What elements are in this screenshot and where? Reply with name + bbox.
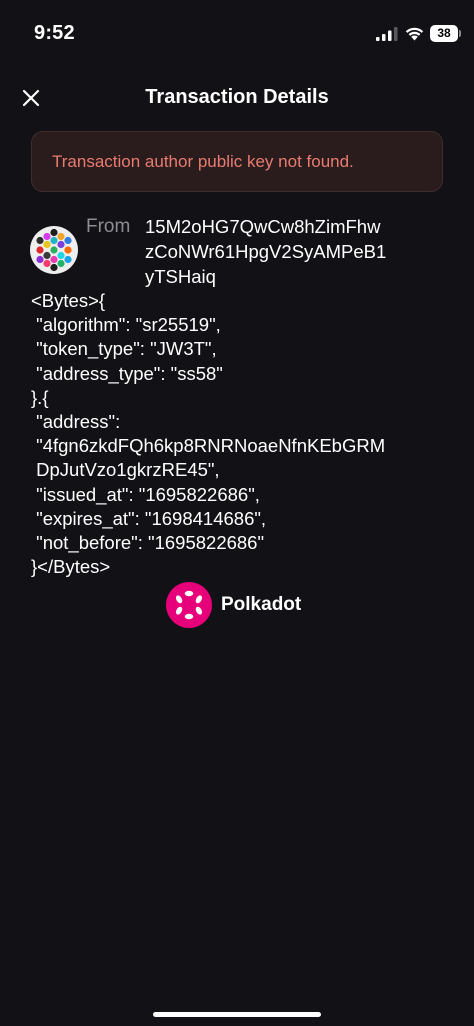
status-time: 9:52 — [34, 22, 75, 44]
network-badge: Polkadot — [166, 582, 301, 628]
screen: 9:52 38 Transaction Details Transaction … — [0, 0, 474, 1026]
network-name: Polkadot — [221, 594, 302, 615]
polkadot-icon — [166, 582, 212, 628]
page-title: Transaction Details — [145, 86, 329, 108]
message-line: <Bytes>{ — [31, 290, 106, 311]
home-indicator[interactable] — [153, 1012, 321, 1017]
error-message: Transaction author public key not found. — [52, 151, 354, 171]
sender-address-line: yTSHaiq — [145, 266, 216, 287]
message-line: "address_type": "ss58" — [31, 362, 223, 384]
signal-icon — [376, 27, 398, 41]
signing-message: <Bytes>{ "algorithm": "sr25519", "token_… — [31, 289, 451, 579]
battery-cap — [459, 30, 461, 37]
sender-address-line: 15M2oHG7QwCw8hZimFhw — [145, 216, 381, 237]
message-line: "not_before": "1695822686" — [31, 532, 265, 554]
message-line: "issued_at": "1695822686", — [31, 483, 260, 505]
from-label: From — [86, 216, 131, 237]
message-line: "expires_at": "1698414686", — [31, 507, 267, 529]
message-line: "algorithm": "sr25519", — [31, 314, 221, 336]
status-bar: 9:52 38 — [0, 0, 474, 62]
sender-address: 15M2oHG7QwCw8hZimFhw zCoNWr61HpgV2SyAMPe… — [145, 214, 435, 289]
account-identicon — [30, 226, 78, 274]
message-line: }.{ — [31, 386, 49, 408]
message-line: "address": — [31, 411, 121, 433]
message-line: DpJutVzo1gkrzRE45", — [31, 459, 220, 481]
wifi-icon — [405, 27, 424, 41]
message-line: "4fgn6zkdFQh6kp8RNRNoaeNfnKEbGRM — [31, 435, 386, 457]
battery-icon: 38 — [430, 25, 458, 42]
message-line: "token_type": "JW3T", — [31, 338, 217, 360]
error-banner: Transaction author public key not found. — [31, 131, 443, 192]
sender-address-line: zCoNWr61HpgV2SyAMPeB1 — [145, 241, 387, 262]
message-line: }</Bytes> — [31, 556, 111, 578]
